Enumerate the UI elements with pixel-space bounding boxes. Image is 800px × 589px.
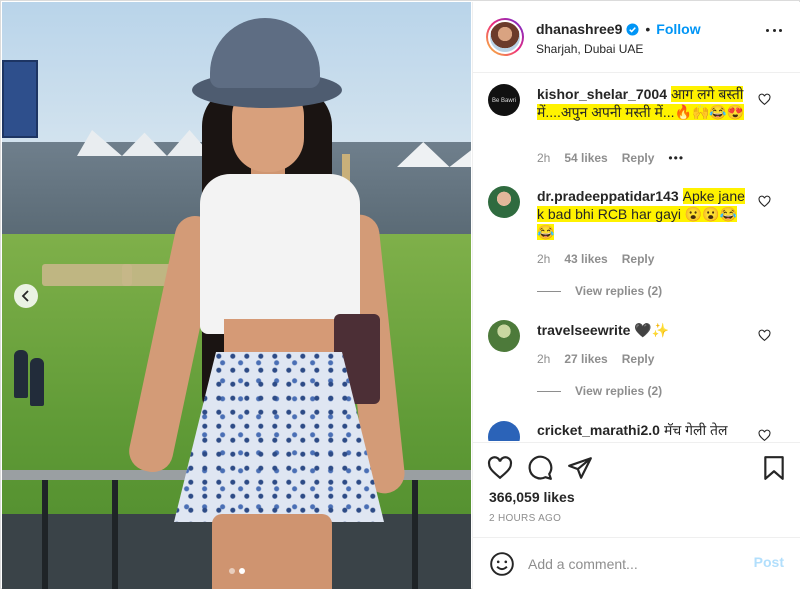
comment-time[interactable]: 2h xyxy=(537,252,550,266)
view-replies-button[interactable]: View replies (2) xyxy=(537,384,662,398)
share-paper-plane-icon[interactable] xyxy=(567,455,593,481)
commenter-avatar[interactable] xyxy=(488,421,520,441)
comment-username[interactable]: dr.pradeeppatidar143 xyxy=(537,188,679,204)
verified-badge-icon xyxy=(626,22,639,36)
view-replies-label: View replies (2) xyxy=(575,284,663,298)
more-options-icon[interactable] xyxy=(766,29,782,33)
commenter-avatar[interactable] xyxy=(488,186,520,218)
comment-like-heart-icon[interactable] xyxy=(758,429,771,441)
post-timestamp[interactable]: 2 HOURS AGO xyxy=(489,513,561,524)
carousel-dot xyxy=(229,568,235,574)
comment-bubble-icon[interactable] xyxy=(527,455,553,481)
carousel-dot-active xyxy=(239,568,245,574)
carousel-prev-button[interactable] xyxy=(14,284,38,308)
add-comment-input[interactable] xyxy=(528,552,743,576)
reply-button[interactable]: Reply xyxy=(622,151,655,165)
post-side-panel: dhanashree9 • Follow Sharjah, Dubai UAE … xyxy=(472,2,800,589)
svg-text:Be Bawri: Be Bawri xyxy=(492,98,516,104)
post-header: dhanashree9 • Follow Sharjah, Dubai UAE xyxy=(473,2,800,73)
emoji-smiley-icon[interactable] xyxy=(489,551,515,577)
photo-subject xyxy=(125,14,407,589)
view-replies-label: View replies (2) xyxy=(575,384,663,398)
comment-like-heart-icon[interactable] xyxy=(758,329,771,342)
comment-like-heart-icon[interactable] xyxy=(758,93,771,106)
author-username[interactable]: dhanashree9 xyxy=(536,21,622,37)
post-comment-button[interactable]: Post xyxy=(754,554,784,570)
reply-button[interactable]: Reply xyxy=(622,352,655,366)
commenter-avatar[interactable]: Be Bawri xyxy=(488,84,520,116)
comment-time[interactable]: 2h xyxy=(537,352,550,366)
likes-count[interactable]: 366,059 likes xyxy=(489,489,575,505)
reply-button[interactable]: Reply xyxy=(622,252,655,266)
comment-text: 🖤✨ xyxy=(634,322,670,338)
comment-username[interactable]: cricket_marathi2.0 xyxy=(537,422,660,438)
comment-username[interactable]: travelseewrite xyxy=(537,322,630,338)
comment-time[interactable]: 2h xyxy=(537,151,550,165)
comment-more-icon[interactable]: ••• xyxy=(668,151,684,165)
comments-list[interactable]: Be Bawri kishor_shelar_7004 आग लगे बस्ती … xyxy=(473,74,800,441)
header-separator: • xyxy=(645,21,651,37)
post-actions: 366,059 likes 2 HOURS AGO xyxy=(473,442,800,537)
comment-likes[interactable]: 43 likes xyxy=(564,252,607,266)
comment-username[interactable]: kishor_shelar_7004 xyxy=(537,86,667,102)
post-location[interactable]: Sharjah, Dubai UAE xyxy=(536,42,643,56)
post-modal: dhanashree9 • Follow Sharjah, Dubai UAE … xyxy=(0,0,800,589)
comment-likes[interactable]: 54 likes xyxy=(564,151,607,165)
comment-text: मॅच गेली तेल xyxy=(663,422,728,438)
view-replies-button[interactable]: View replies (2) xyxy=(537,284,662,298)
like-heart-icon[interactable] xyxy=(487,455,513,481)
comment-like-heart-icon[interactable] xyxy=(758,195,771,208)
chevron-left-icon xyxy=(21,290,29,302)
post-photo[interactable] xyxy=(2,2,471,589)
follow-button[interactable]: Follow xyxy=(656,21,700,37)
comment-composer: Post xyxy=(473,537,800,589)
save-bookmark-icon[interactable] xyxy=(761,455,787,481)
author-avatar[interactable] xyxy=(486,18,524,56)
commenter-avatar[interactable] xyxy=(488,320,520,352)
comment-likes[interactable]: 27 likes xyxy=(564,352,607,366)
carousel-dots xyxy=(229,568,245,574)
